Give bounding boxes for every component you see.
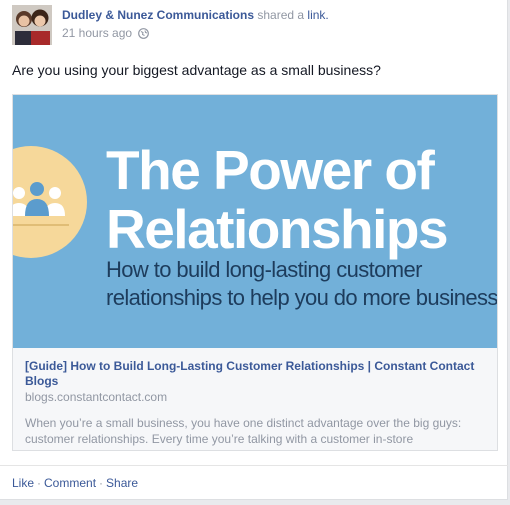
actions-divider <box>0 465 508 466</box>
link-title[interactable]: [Guide] How to Build Long-Lasting Custom… <box>25 359 487 389</box>
hero-title-line1: The Power of <box>106 139 435 201</box>
post-timestamp[interactable]: 21 hours ago <box>62 26 132 40</box>
avatar-image <box>12 5 52 45</box>
comment-button[interactable]: Comment <box>44 476 96 490</box>
post-message: Are you using your biggest advantage as … <box>12 62 381 78</box>
hero-subtitle-line1: How to build long-lasting customer <box>106 257 422 282</box>
link-preview-info: [Guide] How to Build Long-Lasting Custom… <box>25 359 487 447</box>
shared-link[interactable]: link. <box>307 8 328 22</box>
author-name[interactable]: Dudley & Nunez Communications <box>62 8 254 22</box>
page-background <box>0 500 510 505</box>
link-description: When you’re a small business, you have o… <box>25 416 462 446</box>
share-button[interactable]: Share <box>106 476 138 490</box>
shared-text: shared a link. <box>257 8 329 22</box>
avatar[interactable] <box>12 5 52 45</box>
hero-subtitle-line2: relationships to help you do more busine… <box>106 285 497 310</box>
link-domain: blogs.constantcontact.com <box>25 390 168 404</box>
link-preview-card[interactable]: The Power of Relationships How to build … <box>12 94 498 451</box>
link-preview-image[interactable]: The Power of Relationships How to build … <box>13 95 497 348</box>
hero-title-line2: Relationships <box>106 198 449 260</box>
post-card: Dudley & Nunez Communications shared a l… <box>0 0 508 500</box>
post-actions: Like · Comment · Share <box>12 476 138 490</box>
globe-icon[interactable] <box>138 27 149 39</box>
action-separator: · <box>37 476 42 490</box>
post-meta: Dudley & Nunez Communications shared a l… <box>62 8 329 40</box>
action-separator: · <box>99 476 104 490</box>
like-button[interactable]: Like <box>12 476 34 490</box>
